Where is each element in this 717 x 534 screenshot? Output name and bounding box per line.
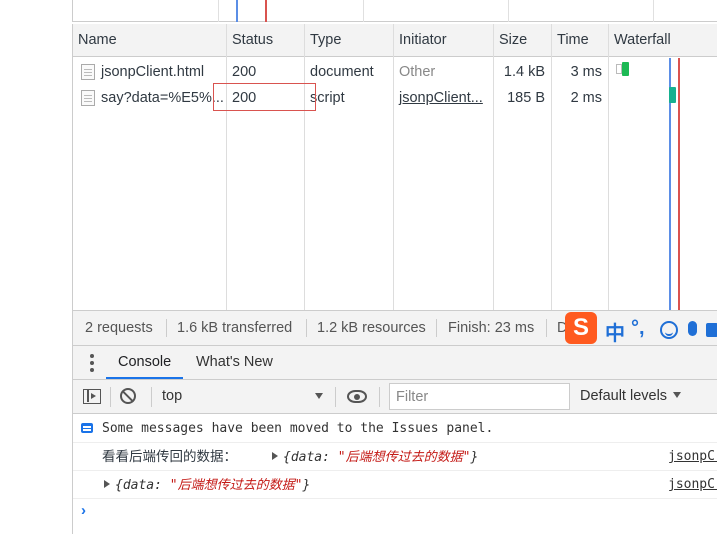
- waterfall-load-line: [678, 58, 680, 310]
- object-string-value: "后端想传过去的数据": [337, 450, 471, 465]
- ime-toolbar[interactable]: S 中 °,: [565, 312, 717, 346]
- summary-requests: 2 requests: [85, 320, 153, 336]
- log-object[interactable]: {data: "后端想传过去的数据"}: [272, 443, 478, 472]
- request-type: document: [310, 64, 374, 80]
- tab-whats-new[interactable]: What's New: [184, 346, 285, 379]
- ime-punctuation-toggle[interactable]: °,: [631, 317, 645, 340]
- summary-divider: [166, 319, 167, 337]
- waterfall-bar[interactable]: [669, 87, 676, 103]
- tab-console[interactable]: Console: [106, 346, 184, 379]
- object-prefix: {data:: [115, 478, 170, 493]
- toolbar-divider: [335, 387, 336, 407]
- timeline-overview[interactable]: [72, 0, 717, 22]
- console-log-message: {data: "后端想传过去的数据"} jsonpC...: [73, 471, 717, 499]
- request-status: 200: [232, 64, 257, 80]
- toolbar-divider: [151, 387, 152, 407]
- keyboard-icon[interactable]: [706, 323, 717, 337]
- request-time: 3 ms: [570, 64, 602, 80]
- log-object[interactable]: {data: "后端想传过去的数据"}: [104, 471, 310, 500]
- object-suffix: }: [470, 450, 479, 465]
- expand-arrow-icon[interactable]: [104, 480, 110, 488]
- summary-divider: [306, 319, 307, 337]
- overview-domcontentloaded-line: [236, 0, 238, 22]
- waterfall-bar[interactable]: [622, 62, 629, 76]
- column-header-waterfall[interactable]: Waterfall: [609, 24, 717, 57]
- request-size: 185 B: [507, 90, 545, 106]
- microphone-icon[interactable]: [688, 321, 697, 336]
- emoji-icon[interactable]: [660, 321, 678, 339]
- overview-load-line: [265, 0, 267, 22]
- console-messages: Some messages have been moved to the Iss…: [72, 414, 717, 534]
- summary-transferred: 1.6 kB transferred: [177, 320, 293, 336]
- summary-divider: [436, 319, 437, 337]
- document-file-icon: [81, 64, 95, 80]
- console-toolbar: top Default levels: [72, 380, 717, 414]
- chevron-down-icon: [315, 393, 323, 399]
- ime-logo-icon[interactable]: S: [565, 312, 597, 344]
- message-source-link[interactable]: jsonpC...: [668, 443, 717, 471]
- object-suffix: }: [302, 478, 311, 493]
- overview-gridline: [218, 0, 219, 22]
- network-request-table: Name Status Type Initiator Size Time Wat…: [72, 24, 717, 310]
- script-file-icon: [81, 90, 95, 106]
- console-info-message: Some messages have been moved to the Iss…: [73, 415, 717, 443]
- issues-info-icon: [81, 423, 93, 433]
- drawer-menu-icon[interactable]: [90, 354, 94, 372]
- live-expression-eye-icon[interactable]: [347, 390, 367, 403]
- column-header-size[interactable]: Size: [494, 24, 552, 57]
- console-log-message: 看看后端传回的数据： {data: "后端想传过去的数据"} jsonpC...: [73, 443, 717, 471]
- request-time: 2 ms: [570, 90, 602, 106]
- table-row[interactable]: say?data=%E5%... 200 script jsonpClient.…: [73, 85, 717, 111]
- overview-gridline: [508, 0, 509, 22]
- request-size: 1.4 kB: [503, 64, 545, 80]
- request-name[interactable]: jsonpClient.html: [96, 59, 226, 85]
- request-type: script: [310, 90, 345, 106]
- summary-resources: 1.2 kB resources: [317, 320, 426, 336]
- overview-gridline: [363, 0, 364, 22]
- summary-divider: [546, 319, 547, 337]
- ime-language-toggle[interactable]: 中: [605, 317, 625, 346]
- column-header-type[interactable]: Type: [305, 24, 394, 57]
- toolbar-divider: [110, 387, 111, 407]
- log-levels-label: Default levels: [580, 388, 668, 404]
- show-sidebar-icon[interactable]: [83, 389, 101, 404]
- clear-console-icon[interactable]: [120, 388, 136, 404]
- column-header-initiator[interactable]: Initiator: [394, 24, 494, 57]
- chevron-down-icon: [673, 392, 682, 398]
- context-selector-value: top: [162, 388, 183, 404]
- info-message-text: Some messages have been moved to the Iss…: [102, 421, 494, 436]
- request-initiator: Other: [399, 64, 436, 80]
- console-filter-input[interactable]: [389, 383, 570, 410]
- object-prefix: {data:: [283, 450, 338, 465]
- log-levels-dropdown[interactable]: Default levels: [580, 380, 682, 413]
- summary-finish: Finish: 23 ms: [448, 320, 535, 336]
- context-selector[interactable]: top: [162, 380, 327, 413]
- message-source-link[interactable]: jsonpC...: [668, 471, 717, 499]
- log-label: 看看后端传回的数据：: [102, 449, 237, 464]
- overview-gridline: [653, 0, 654, 22]
- request-name[interactable]: say?data=%E5%...: [96, 85, 226, 111]
- status-highlight-box: [213, 83, 316, 111]
- toolbar-divider: [379, 387, 380, 407]
- console-prompt-icon[interactable]: ›: [81, 502, 86, 519]
- request-initiator-link[interactable]: jsonpClient...: [394, 85, 493, 111]
- drawer-tab-bar: Console What's New: [72, 346, 717, 380]
- expand-arrow-icon[interactable]: [272, 452, 278, 460]
- column-header-time[interactable]: Time: [552, 24, 609, 57]
- column-header-status[interactable]: Status: [227, 24, 305, 57]
- object-string-value: "后端想传过去的数据": [169, 478, 303, 493]
- column-header-name[interactable]: Name: [73, 24, 227, 57]
- table-header: Name Status Type Initiator Size Time Wat…: [73, 24, 717, 57]
